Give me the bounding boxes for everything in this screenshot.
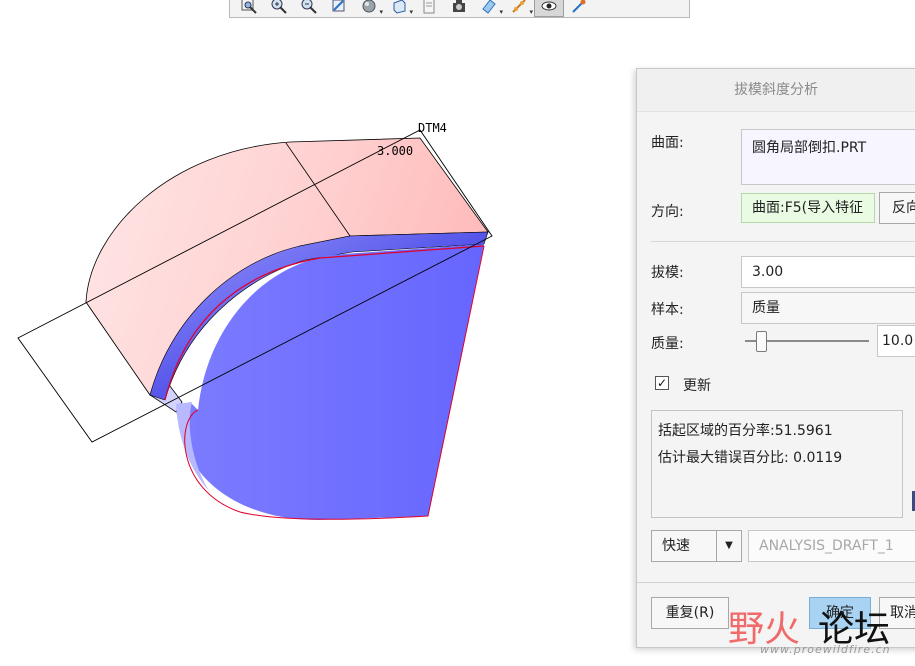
mode-value: 快速 (662, 538, 690, 554)
result-enclosed-percentage: 括起区域的百分率:51.5961 (658, 423, 833, 439)
draft-angle-value: 3.00 (752, 264, 784, 280)
direction-value: 曲面:F5(导入特征 (752, 200, 864, 216)
flip-direction-button[interactable]: 反向 (879, 192, 915, 224)
footer-separator (637, 582, 915, 583)
separator (651, 241, 915, 242)
result-max-error: 估计最大错误百分比: 0.0119 (658, 450, 843, 466)
analysis-name-field[interactable]: ANALYSIS_DRAFT_1 (748, 530, 915, 562)
chevron-down-icon: ▼ (725, 540, 733, 551)
results-panel: 括起区域的百分率:51.5961 估计最大错误百分比: 0.0119 (651, 410, 903, 518)
update-label: 更新 (683, 378, 711, 394)
model-viewport[interactable]: DTM4 3.000 (0, 24, 640, 664)
analysis-name-value: ANALYSIS_DRAFT_1 (759, 538, 894, 554)
quality-input[interactable]: 10.0 (877, 325, 915, 357)
draft-analysis-model (17, 129, 493, 520)
draft-value-label: 3.000 (377, 144, 414, 158)
quality-label: 质量: (651, 336, 684, 352)
dialog-title: 拔模斜度分析 (637, 69, 915, 112)
sample-dropdown[interactable]: 质量 (741, 292, 915, 324)
surface-value: 圆角局部倒扣.PRT (752, 140, 867, 156)
mode-dropdown-arrow[interactable]: ▼ (716, 530, 742, 562)
draft-analysis-dialog: 拔模斜度分析 曲面: 圆角局部倒扣.PRT 方向: 曲面:F5(导入特征 反向 … (636, 68, 915, 648)
datum-label: DTM4 (418, 121, 447, 135)
direction-collector[interactable]: 曲面:F5(导入特征 (741, 193, 875, 223)
draft-label: 拔模: (651, 265, 684, 281)
mode-dropdown[interactable]: 快速 (651, 530, 717, 562)
surface-collector[interactable]: 圆角局部倒扣.PRT (741, 129, 915, 185)
direction-label: 方向: (651, 204, 684, 220)
quality-value: 10.0 (882, 333, 914, 349)
sample-label: 样本: (651, 302, 684, 318)
quality-slider-thumb[interactable] (756, 331, 767, 352)
draft-angle-input[interactable]: 3.00 (741, 256, 915, 288)
repeat-button[interactable]: 重复(R) (651, 597, 729, 629)
sample-value: 质量 (752, 300, 780, 316)
surface-label: 曲面: (651, 135, 684, 151)
watermark-url: www.proewildfire.cn (760, 643, 891, 656)
update-checkbox[interactable]: ✓ (655, 376, 669, 390)
